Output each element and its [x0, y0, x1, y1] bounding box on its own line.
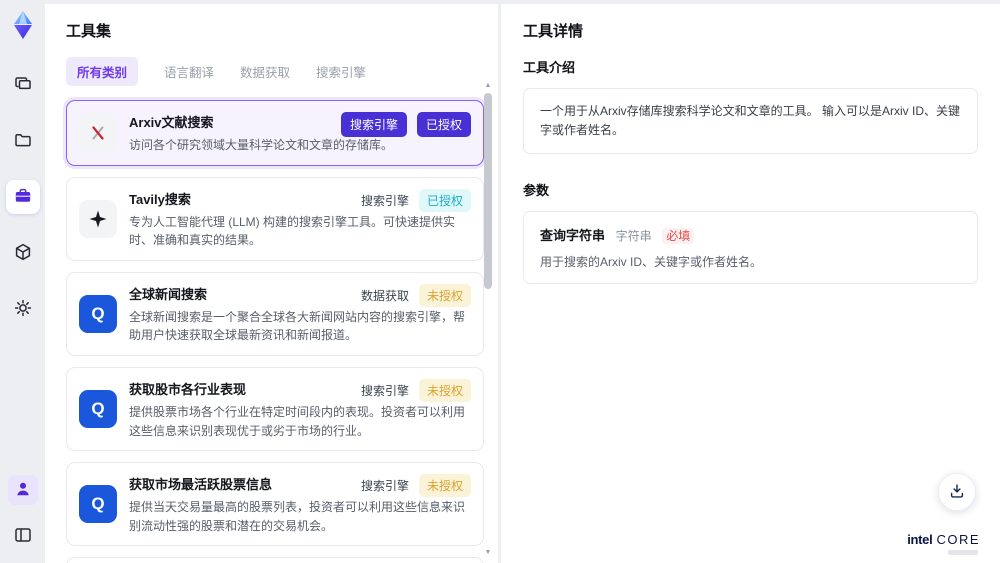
chat-icon — [13, 74, 33, 97]
params-heading: 参数 — [523, 183, 550, 199]
sidebar-item-settings[interactable] — [6, 292, 40, 326]
intel-core-logo: intel CORE — [907, 532, 980, 555]
category-badge: 搜索引擎 — [360, 383, 409, 398]
download-icon — [948, 482, 966, 503]
category-tab[interactable]: 数据获取 — [240, 57, 290, 86]
icon-rail — [0, 0, 45, 563]
param-type: 字符串 — [615, 229, 652, 244]
folder-icon — [13, 130, 33, 153]
qblue-icon: Q — [79, 294, 117, 333]
tool-badges: 搜索引擎 未授权 — [360, 378, 471, 402]
tool-card[interactable]: Q 获取股市各行业表现 提供股票市场各个行业在特定时间段内的表现。投资者可以利用… — [66, 366, 484, 452]
brand-core: CORE — [936, 532, 980, 547]
category-tab[interactable]: 语言翻译 — [164, 57, 214, 86]
tool-description: 提供当天交易量最高的股票列表，投资者可以利用这些信息来识别流动性强的股票和潜在的… — [129, 500, 466, 533]
briefcase-icon — [13, 186, 33, 209]
param-description: 用于搜索的Arxiv ID、关键字或作者姓名。 — [540, 255, 763, 270]
tool-badges: 搜索引擎 已授权 — [340, 112, 471, 137]
tavily-icon — [79, 199, 117, 238]
tool-card[interactable]: Arxiv文献搜索 访问各个研究领域大量科学论文和文章的存储库。 搜索引擎 已授权 — [66, 100, 484, 166]
category-tab[interactable]: 所有类别 — [66, 57, 139, 86]
app-window: 工具集 所有类别 语言翻译 数据获取 搜索引擎 Arxiv文献搜索 访问各个研究领域大… — [0, 0, 1000, 563]
auth-status-badge: 未授权 — [418, 474, 471, 498]
user-icon — [13, 479, 33, 502]
tool-detail-panel: 工具详情 工具介绍 一个用于从Arxiv存储库搜索科学论文和文章的工具。 输入可… — [501, 4, 1000, 563]
category-badge: 搜索引擎 — [360, 193, 409, 208]
tool-list: Arxiv文献搜索 访问各个研究领域大量科学论文和文章的存储库。 搜索引擎 已授权… — [66, 100, 484, 563]
layout-panel-icon — [13, 525, 33, 548]
tool-badges: 数据获取 未授权 — [360, 283, 471, 307]
tool-description: 访问各个研究领域大量科学论文和文章的存储库。 — [129, 138, 394, 152]
auth-status-badge: 已授权 — [418, 188, 471, 212]
gear-icon — [13, 298, 33, 321]
category-badge: 数据获取 — [360, 288, 409, 303]
tool-card[interactable]: 万维地区新闻查询 查询具体行政区划内的新闻，快速了解各地新闻动 搜索引擎未授权 — [66, 557, 484, 563]
qblue-icon: Q — [79, 485, 117, 524]
tool-description: 全球新闻搜索是一个聚合全球各大新闻网站内容的搜索引擎，帮助用户快速获取全球最新资… — [129, 309, 466, 343]
brand-subtext-bar — [948, 550, 978, 555]
intro-heading: 工具介绍 — [523, 60, 576, 75]
scroll-up-icon[interactable]: ▲ — [483, 82, 493, 90]
category-tab[interactable]: 搜索引擎 — [316, 57, 366, 86]
category-badge: 搜索引擎 — [340, 112, 407, 137]
category-tabs: 所有类别 语言翻译 数据获取 搜索引擎 — [66, 57, 484, 86]
sidebar-item-tools[interactable] — [5, 180, 40, 214]
tool-card[interactable]: Q 获取市场最活跃股票信息 提供当天交易量最高的股票列表，投资者可以利用这些信息… — [66, 462, 484, 547]
tool-card[interactable]: Q 全球新闻搜索 全球新闻搜索是一个聚合全球各大新闻网站内容的搜索引擎，帮助用户… — [66, 271, 484, 356]
download-button[interactable] — [938, 473, 976, 511]
tool-description: 专为人工智能代理 (LLM) 构建的搜索引擎工具。可快速提供实时、准确和真实的结… — [129, 214, 456, 248]
tool-intro-text: 一个用于从Arxiv存储库搜索科学论文和文章的工具。 输入可以是Arxiv ID… — [523, 88, 978, 155]
arxiv-icon — [79, 113, 117, 152]
app-logo-icon — [6, 8, 40, 42]
tools-panel: 工具集 所有类别 语言翻译 数据获取 搜索引擎 Arxiv文献搜索 访问各个研究领域大… — [45, 4, 498, 563]
sidebar-item-account[interactable] — [7, 475, 38, 505]
param-name: 查询字符串 — [540, 228, 606, 244]
auth-status-badge: 未授权 — [418, 283, 471, 307]
qblue-icon: Q — [79, 390, 117, 429]
category-badge: 搜索引擎 — [360, 479, 409, 494]
scrollbar[interactable]: ▲ ▼ — [483, 82, 493, 557]
cube-icon — [13, 242, 33, 265]
auth-status-badge: 未授权 — [418, 378, 471, 402]
tool-description: 提供股票市场各个行业在特定时间段内的表现。投资者可以利用这些信息来识别表现优于或… — [129, 404, 466, 438]
tool-card[interactable]: Tavily搜索 专为人工智能代理 (LLM) 构建的搜索引擎工具。可快速提供实… — [66, 176, 484, 261]
sidebar-item-files[interactable] — [6, 124, 40, 158]
detail-panel-title: 工具详情 — [523, 23, 584, 40]
sidebar-item-toggle-panel[interactable] — [6, 519, 40, 553]
params-list: 查询字符串 字符串 必填 用于搜索的Arxiv ID、关键字或作者姓名。 — [523, 211, 978, 285]
sidebar-item-models[interactable] — [6, 236, 40, 270]
param-card: 查询字符串 字符串 必填 用于搜索的Arxiv ID、关键字或作者姓名。 — [523, 211, 978, 285]
scroll-down-icon[interactable]: ▼ — [483, 549, 493, 557]
tool-badges: 搜索引擎 未授权 — [360, 474, 471, 498]
tools-panel-title: 工具集 — [66, 23, 112, 40]
auth-status-badge: 已授权 — [416, 112, 471, 137]
param-required-badge: 必填 — [662, 228, 695, 245]
sidebar-item-chat[interactable] — [6, 68, 40, 102]
brand-intel: intel — [907, 532, 933, 547]
tool-badges: 搜索引擎 已授权 — [360, 188, 471, 212]
scrollbar-thumb[interactable] — [484, 93, 492, 289]
